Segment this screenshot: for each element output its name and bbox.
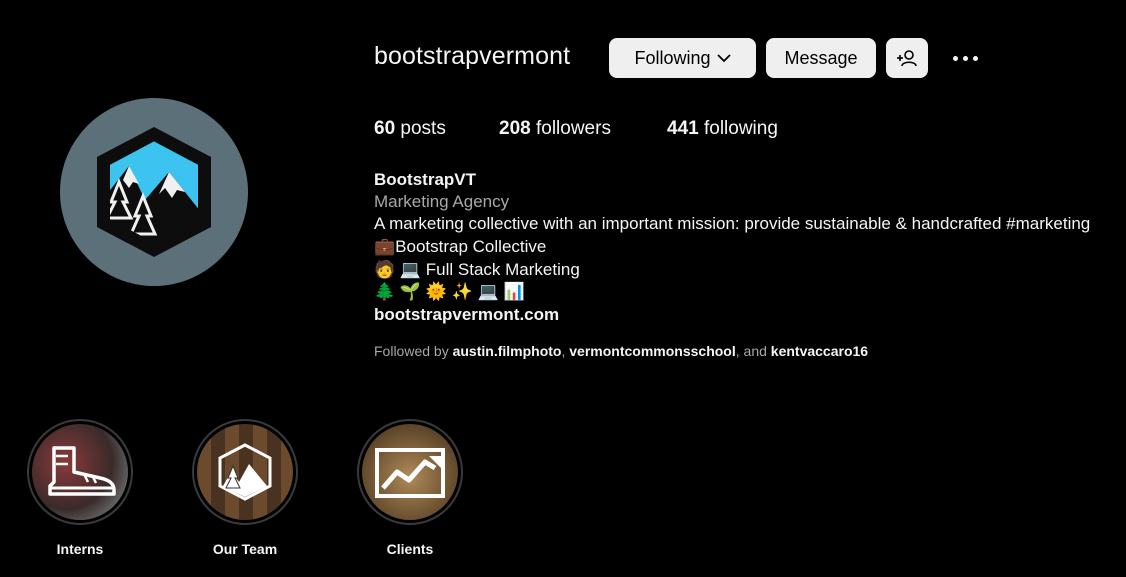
message-button-label: Message (784, 47, 858, 68)
highlight-cover (197, 424, 293, 520)
highlight-ring (357, 419, 463, 525)
highlight-ring (27, 419, 133, 525)
more-options-icon[interactable] (945, 46, 985, 70)
following-button[interactable]: Following (609, 38, 756, 78)
bio-description: A marketing collective with an important… (374, 214, 1091, 233)
followed-by-user[interactable]: austin.filmphoto (453, 343, 562, 359)
following-count-label: following (703, 118, 778, 139)
followed-by-user[interactable]: kentvaccaro16 (771, 343, 868, 359)
followers-count-label: followers (535, 118, 611, 139)
followed-by-prefix: Followed by (374, 343, 449, 359)
highlight-cover (32, 424, 128, 520)
bio-category: Marketing Agency (374, 192, 510, 211)
followed-by-separator: , and (735, 343, 767, 359)
bio-line: 🧑 💻 Full Stack Marketing (374, 260, 580, 279)
following-count[interactable]: 441 following (667, 118, 778, 140)
posts-count-value: 60 (374, 118, 396, 139)
mountain-logo-icon (218, 443, 272, 501)
highlight-clients[interactable]: Clients (357, 419, 463, 557)
followed-by: Followed by austin.filmphoto, vermontcom… (374, 343, 868, 359)
highlight-label: Clients (386, 541, 434, 557)
followed-by-user[interactable]: vermontcommonsschool (569, 343, 735, 359)
following-button-label: Following (634, 47, 711, 68)
bio-display-name: BootstrapVT (374, 170, 476, 189)
following-count-value: 441 (667, 118, 699, 139)
suggested-users-button[interactable] (886, 38, 928, 78)
chevron-down-icon (716, 54, 731, 63)
highlight-cover (362, 424, 458, 520)
bio-line: 💼Bootstrap Collective (374, 237, 547, 256)
followers-count[interactable]: 208 followers (499, 118, 611, 140)
highlight-ring (192, 419, 298, 525)
message-button[interactable]: Message (766, 38, 876, 78)
posts-count-label: posts (400, 118, 446, 139)
highlight-label: Our Team (212, 541, 278, 557)
profile-avatar[interactable] (60, 98, 248, 286)
followed-by-separator: , (561, 343, 566, 359)
chart-trend-icon (375, 448, 445, 498)
add-person-icon (897, 50, 917, 67)
highlight-interns[interactable]: Interns (27, 419, 133, 557)
posts-count[interactable]: 60 posts (374, 118, 446, 140)
bio-emoji-line: 🌲 🌱 🌞 ✨ 💻 📊 (374, 282, 525, 301)
highlight-our-team[interactable]: Our Team (192, 419, 298, 557)
bio-website-link[interactable]: bootstrapvermont.com (374, 305, 559, 325)
highlight-label: Interns (56, 541, 104, 557)
boot-icon (48, 446, 116, 496)
profile-username: bootstrapvermont (374, 42, 571, 70)
mountain-logo-icon (97, 127, 211, 257)
followers-count-value: 208 (499, 118, 531, 139)
